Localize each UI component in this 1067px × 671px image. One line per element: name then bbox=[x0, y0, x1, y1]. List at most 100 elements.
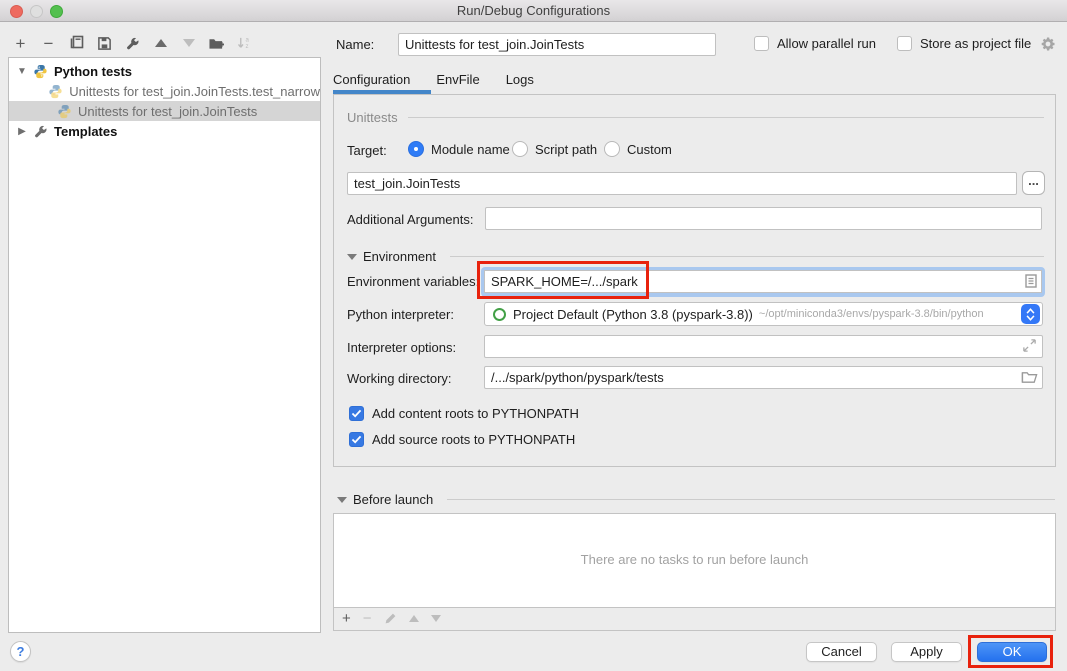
copy-configuration-button[interactable] bbox=[68, 35, 85, 52]
working-directory-input[interactable] bbox=[484, 366, 1043, 389]
section-divider bbox=[450, 256, 1044, 257]
tree-item-python-tests[interactable]: ▼ Python tests bbox=[9, 61, 320, 81]
plus-icon: + bbox=[16, 35, 26, 52]
before-launch-toolbar: + − bbox=[342, 608, 441, 628]
collapse-triangle-icon bbox=[347, 254, 357, 260]
allow-parallel-run-checkbox-row[interactable]: Allow parallel run bbox=[754, 36, 876, 51]
apply-button[interactable]: Apply bbox=[891, 642, 962, 662]
help-question-icon: ? bbox=[17, 644, 25, 659]
custom-label: Custom bbox=[627, 142, 672, 157]
env-vars-list-icon[interactable] bbox=[1023, 273, 1039, 289]
edit-templates-button[interactable] bbox=[124, 35, 141, 52]
source-roots-checkbox-row[interactable]: Add source roots to PYTHONPATH bbox=[349, 432, 575, 447]
store-as-project-file-checkbox-row[interactable]: Store as project file bbox=[897, 36, 1031, 51]
source-roots-checkbox[interactable] bbox=[349, 432, 364, 447]
new-folder-icon bbox=[208, 36, 225, 51]
add-configuration-button[interactable]: + bbox=[12, 35, 29, 52]
python-interpreter-label: Python interpreter: bbox=[347, 307, 454, 322]
svg-text:z: z bbox=[245, 43, 248, 50]
folder-icon[interactable] bbox=[1021, 370, 1038, 385]
store-as-project-file-checkbox[interactable] bbox=[897, 36, 912, 51]
content-roots-checkbox-row[interactable]: Add content roots to PYTHONPATH bbox=[349, 406, 579, 421]
title-bar: Run/Debug Configurations bbox=[0, 0, 1067, 22]
python-interpreter-value: Project Default (Python 3.8 (pyspark-3.8… bbox=[513, 307, 753, 322]
additional-arguments-label: Additional Arguments: bbox=[347, 212, 473, 227]
wrench-icon bbox=[33, 124, 48, 139]
arrow-up-icon bbox=[155, 39, 167, 47]
ok-button-highlight-box bbox=[968, 635, 1053, 668]
python-interpreter-dropdown[interactable]: Project Default (Python 3.8 (pyspark-3.8… bbox=[484, 302, 1043, 326]
allow-parallel-run-checkbox[interactable] bbox=[754, 36, 769, 51]
conda-env-icon bbox=[493, 308, 506, 321]
before-launch-task-list[interactable]: There are no tasks to run before launch bbox=[334, 514, 1055, 608]
gear-icon[interactable] bbox=[1040, 36, 1056, 52]
python-interpreter-path: ~/opt/miniconda3/envs/pyspark-3.8/bin/py… bbox=[759, 308, 1017, 320]
python-icon bbox=[48, 84, 63, 99]
chevron-down-icon[interactable]: ▼ bbox=[17, 66, 27, 77]
before-launch-empty-text: There are no tasks to run before launch bbox=[334, 552, 1055, 567]
store-as-project-file-label: Store as project file bbox=[920, 36, 1031, 51]
arrow-down-icon bbox=[183, 39, 195, 47]
tab-envfile[interactable]: EnvFile bbox=[436, 68, 479, 95]
target-module-name-radio-row[interactable]: Module name bbox=[408, 141, 510, 157]
remove-configuration-button[interactable]: − bbox=[40, 35, 57, 52]
tree-item-templates[interactable]: ▶ Templates bbox=[9, 121, 320, 141]
sort-configurations-button: az bbox=[236, 35, 253, 52]
name-input[interactable] bbox=[398, 33, 716, 56]
tree-item-test-narrow[interactable]: Unittests for test_join.JoinTests.test_n… bbox=[9, 81, 320, 101]
expand-field-icon[interactable] bbox=[1022, 338, 1037, 353]
target-label: Target: bbox=[347, 143, 387, 158]
tree-item-jointests-selected[interactable]: Unittests for test_join.JoinTests bbox=[9, 101, 320, 121]
sort-az-icon: az bbox=[237, 36, 252, 51]
create-folder-button[interactable] bbox=[208, 35, 225, 52]
add-task-button[interactable]: + bbox=[342, 610, 351, 627]
module-name-radio[interactable] bbox=[408, 141, 424, 157]
move-up-button[interactable] bbox=[152, 35, 169, 52]
tree-item-label: Unittests for test_join.JoinTests.test_n… bbox=[69, 84, 320, 99]
cancel-button[interactable]: Cancel bbox=[806, 642, 877, 662]
unittests-group-title: Unittests bbox=[347, 110, 398, 125]
save-configuration-button[interactable] bbox=[96, 35, 113, 52]
target-script-path-radio-row[interactable]: Script path bbox=[512, 141, 597, 157]
configurations-tree: ▼ Python tests Unittests for test_join.J… bbox=[8, 57, 321, 633]
browse-button[interactable]: ... bbox=[1022, 171, 1045, 195]
remove-task-button: − bbox=[363, 610, 372, 627]
dropdown-stepper-icon[interactable] bbox=[1021, 304, 1040, 324]
move-task-up-icon bbox=[409, 615, 419, 622]
edit-task-pencil-icon bbox=[384, 612, 397, 625]
environment-variables-label: Environment variables: bbox=[347, 274, 479, 289]
name-label: Name: bbox=[336, 37, 374, 52]
target-input[interactable] bbox=[347, 172, 1017, 195]
window-title: Run/Debug Configurations bbox=[0, 3, 1067, 18]
help-button[interactable]: ? bbox=[10, 641, 31, 662]
custom-radio[interactable] bbox=[604, 141, 620, 157]
tree-item-label: Python tests bbox=[54, 64, 132, 79]
chevron-right-icon[interactable]: ▶ bbox=[17, 126, 27, 137]
tree-item-label: Templates bbox=[54, 124, 117, 139]
move-down-button bbox=[180, 35, 197, 52]
additional-arguments-input[interactable] bbox=[485, 207, 1042, 230]
env-vars-highlight-box bbox=[477, 261, 649, 299]
interpreter-options-input[interactable] bbox=[484, 335, 1043, 358]
allow-parallel-run-label: Allow parallel run bbox=[777, 36, 876, 51]
before-launch-panel: There are no tasks to run before launch … bbox=[333, 513, 1056, 631]
working-directory-label: Working directory: bbox=[347, 371, 452, 386]
source-roots-label: Add source roots to PYTHONPATH bbox=[372, 432, 575, 447]
content-roots-checkbox[interactable] bbox=[349, 406, 364, 421]
python-icon bbox=[33, 64, 48, 79]
run-debug-configurations-dialog: Run/Debug Configurations + − az ▼ Python… bbox=[0, 0, 1067, 671]
tree-item-label: Unittests for test_join.JoinTests bbox=[78, 104, 257, 119]
environment-section-title: Environment bbox=[363, 249, 436, 264]
target-custom-radio-row[interactable]: Custom bbox=[604, 141, 672, 157]
wrench-icon bbox=[125, 36, 140, 51]
copy-icon bbox=[69, 35, 85, 51]
content-roots-label: Add content roots to PYTHONPATH bbox=[372, 406, 579, 421]
before-launch-title: Before launch bbox=[353, 492, 433, 507]
environment-section-header[interactable]: Environment bbox=[347, 249, 1044, 264]
tab-logs[interactable]: Logs bbox=[506, 68, 534, 95]
script-path-radio[interactable] bbox=[512, 141, 528, 157]
module-name-label: Module name bbox=[431, 142, 510, 157]
before-launch-section-header[interactable]: Before launch bbox=[337, 492, 1055, 507]
group-divider bbox=[408, 117, 1044, 118]
section-divider bbox=[447, 499, 1055, 500]
